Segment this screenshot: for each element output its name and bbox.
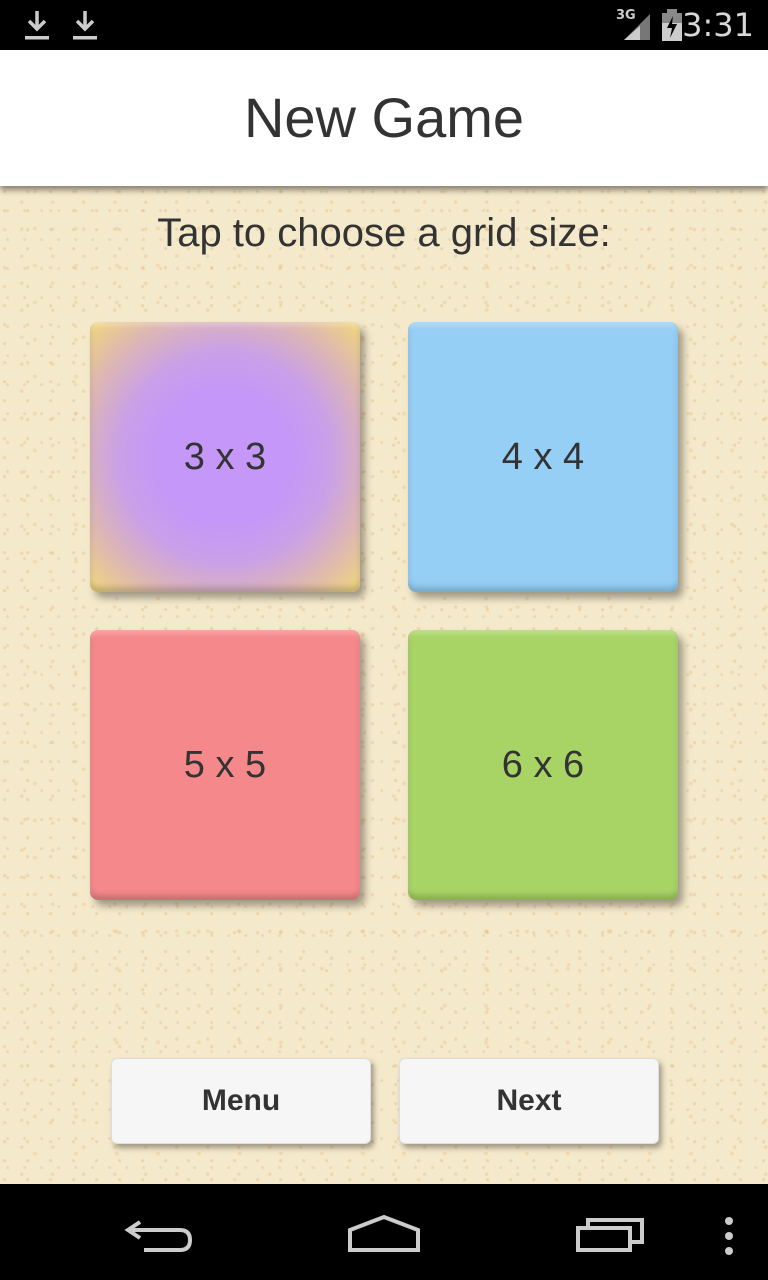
menu-button-label: Menu: [201, 1084, 281, 1117]
grid-size-4x4-tile[interactable]: 4 x 4: [408, 322, 678, 592]
main-content: Tap to choose a grid size: 3 x 3 4 x 4 5…: [0, 186, 768, 1184]
next-button[interactable]: Next: [399, 1058, 659, 1144]
status-bar: 3G 3:31: [0, 0, 768, 50]
grid-size-prompt: Tap to choose a grid size:: [157, 211, 611, 255]
next-button-label: Next: [496, 1084, 562, 1117]
overflow-menu-icon[interactable]: [722, 1216, 736, 1256]
download-icon: [73, 11, 97, 40]
app-header: New Game: [0, 50, 768, 186]
battery-icon: [662, 9, 682, 41]
tile-label: 5 x 5: [183, 743, 267, 786]
grid-size-6x6-tile[interactable]: 6 x 6: [408, 630, 678, 900]
tile-label: 4 x 4: [501, 435, 585, 478]
download-icon: [25, 11, 49, 40]
tile-label: 3 x 3: [183, 435, 267, 478]
signal-icon: [624, 14, 650, 40]
clock: 3:31: [682, 6, 754, 44]
recents-icon[interactable]: [574, 1216, 646, 1254]
tile-label: 6 x 6: [501, 743, 585, 786]
page-title: New Game: [243, 86, 525, 149]
home-icon[interactable]: [346, 1214, 422, 1254]
grid-size-5x5-tile[interactable]: 5 x 5: [90, 630, 360, 900]
navigation-bar: [0, 1184, 768, 1280]
menu-button[interactable]: Menu: [111, 1058, 371, 1144]
back-icon[interactable]: [124, 1216, 196, 1256]
grid-size-3x3-tile[interactable]: 3 x 3: [90, 322, 360, 592]
